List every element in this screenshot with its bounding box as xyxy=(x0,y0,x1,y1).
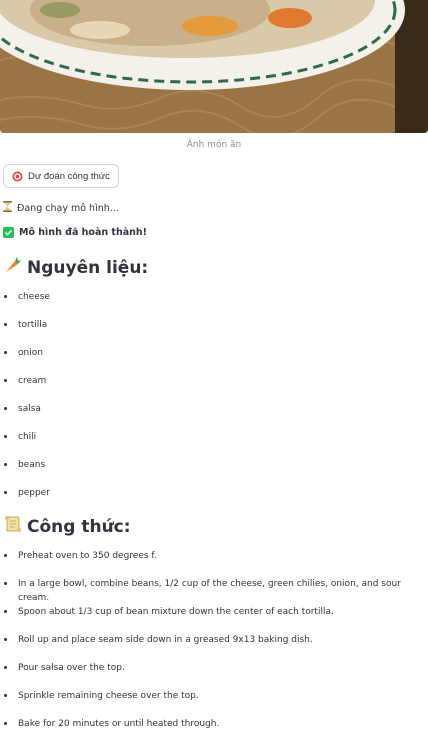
check-icon xyxy=(3,227,14,238)
status-running: Đang chạy mô hình... xyxy=(3,201,119,215)
hourglass-icon xyxy=(3,201,12,215)
status-running-text: Đang chạy mô hình... xyxy=(17,202,119,214)
recipe-title: Công thức: xyxy=(27,516,131,537)
image-caption: Ảnh món ăn xyxy=(186,140,242,150)
list-item: Sprinkle remaining cheese over the top. xyxy=(0,689,420,717)
ingredients-title: Nguyên liệu: xyxy=(27,257,149,278)
predict-button-label: Dự đoán công thức xyxy=(28,170,110,182)
target-icon xyxy=(12,171,23,182)
list-item: Roll up and place seam side down in a gr… xyxy=(0,633,420,661)
list-item: Pour salsa over the top. xyxy=(0,661,420,689)
ingredients-heading: Nguyên liệu: xyxy=(4,256,148,279)
list-item: pepper xyxy=(0,486,420,514)
ingredients-list: cheese tortilla onion cream salsa chili … xyxy=(0,290,420,514)
list-item: Bake for 20 minutes or until heated thro… xyxy=(0,717,420,745)
list-item: cheese xyxy=(0,290,420,318)
recipe-steps-list: Preheat oven to 350 degrees f. In a larg… xyxy=(0,549,420,745)
list-item: onion xyxy=(0,346,420,374)
carrot-icon xyxy=(4,256,22,279)
list-item: beans xyxy=(0,458,420,486)
list-item: salsa xyxy=(0,402,420,430)
list-item: cream xyxy=(0,374,420,402)
list-item: Spoon about 1/3 cup of bean mixture down… xyxy=(0,605,420,633)
food-photo xyxy=(0,0,428,133)
predict-recipe-button[interactable]: Dự đoán công thức xyxy=(3,164,119,188)
status-done: Mô hình đã hoàn thành! xyxy=(3,227,147,238)
list-item: chili xyxy=(0,430,420,458)
list-item: In a large bowl, combine beans, 1/2 cup … xyxy=(0,577,420,605)
status-done-text: Mô hình đã hoàn thành! xyxy=(19,227,148,238)
scroll-icon xyxy=(4,515,22,538)
list-item: Preheat oven to 350 degrees f. xyxy=(0,549,420,577)
recipe-heading: Công thức: xyxy=(4,515,131,538)
list-item: tortilla xyxy=(0,318,420,346)
